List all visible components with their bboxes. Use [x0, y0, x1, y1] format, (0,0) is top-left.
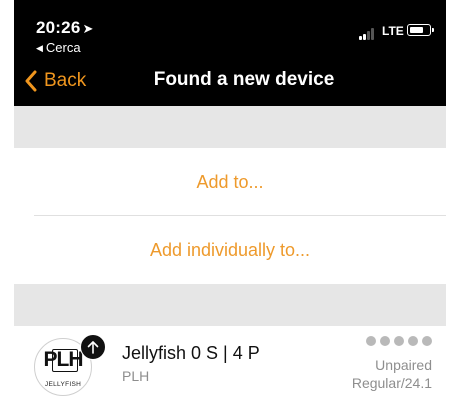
add-to-button[interactable]: Add to... [14, 148, 446, 216]
device-list-item[interactable]: PLH JELLYFISH Jellyfish 0 S | 4 P PLH Un… [14, 326, 446, 396]
cellular-signal-icon [359, 28, 379, 40]
status-time: 20:26 ➤ [36, 18, 94, 38]
add-individually-label: Add individually to... [149, 239, 311, 260]
status-time-label: 20:26 [36, 18, 81, 37]
return-to-app-link[interactable]: ◀ Cerca [36, 40, 81, 55]
section-spacer-top [14, 106, 446, 148]
back-triangle-icon: ◀ [36, 43, 43, 53]
device-name: Jellyfish 0 S | 4 P [122, 343, 260, 363]
chevron-left-icon [25, 70, 37, 92]
section-spacer-bottom [14, 284, 446, 326]
pairing-status: Unpaired [375, 357, 432, 373]
logo-subtext: JELLYFISH [44, 381, 82, 388]
network-type-label: LTE [382, 24, 404, 38]
page-title-text: Found a new device [153, 69, 335, 90]
add-individually-button[interactable]: Add individually to... [14, 216, 446, 284]
add-to-label: Add to... [196, 171, 264, 192]
return-to-app-label: Cerca [45, 40, 81, 55]
upload-arrow-icon [80, 334, 106, 360]
back-button-label: Back [44, 70, 87, 91]
firmware-version: Regular/24.1 [351, 375, 432, 391]
device-brand: PLH [122, 368, 150, 384]
location-arrow-icon: ➤ [82, 21, 94, 36]
battery-icon [407, 24, 434, 36]
top-bar: 20:26 ➤ ◀ Cerca LTE Found a new device Bac… [14, 0, 446, 106]
app-screen: 20:26 ➤ ◀ Cerca LTE Found a new device Bac… [14, 0, 446, 396]
signal-strength-dots-icon [366, 336, 432, 346]
back-button[interactable]: Back [24, 68, 86, 94]
